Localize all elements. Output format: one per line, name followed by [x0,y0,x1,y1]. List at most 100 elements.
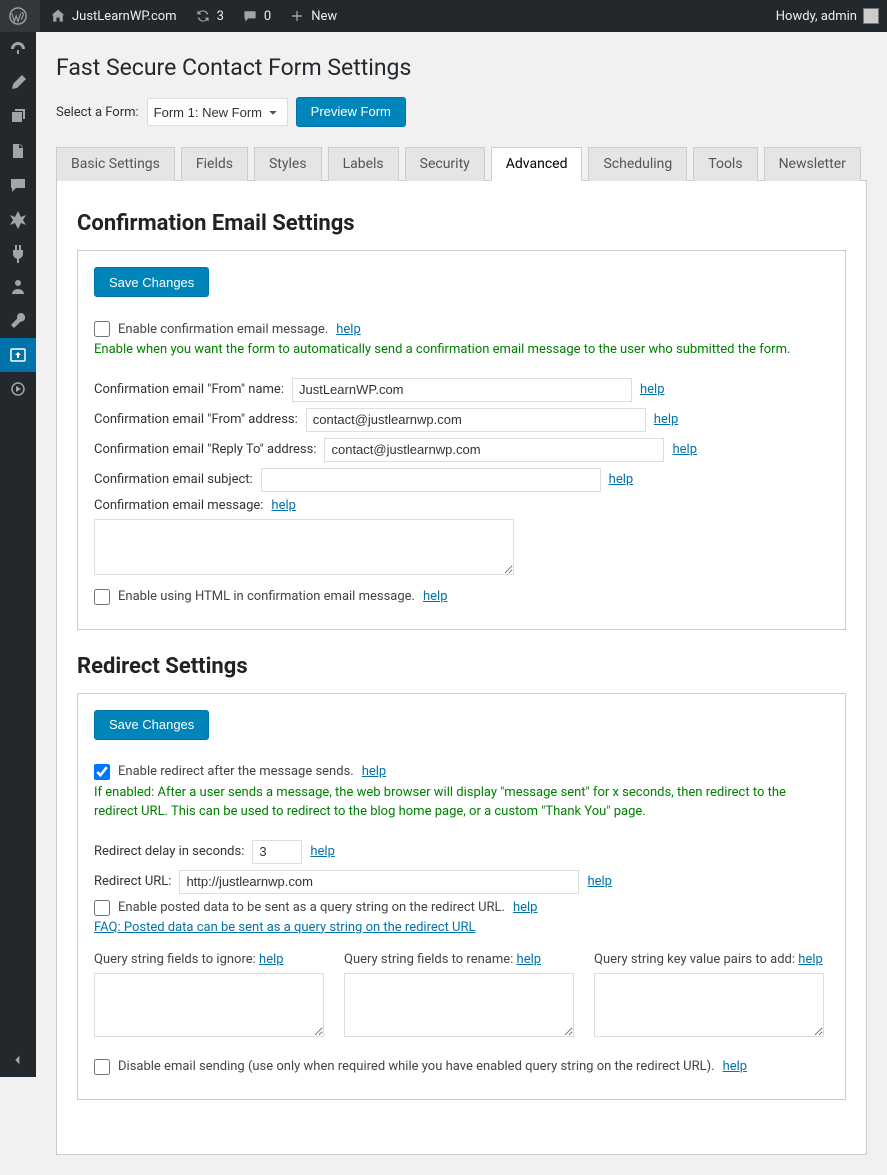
plus-icon [287,6,307,26]
menu-appearance[interactable] [0,202,36,236]
menu-media[interactable] [0,100,36,134]
admin-bar-right: Howdy, admin [768,0,887,32]
admin-bar: JustLearnWP.com 3 0 New Howdy, admin [0,0,887,32]
confirmation-heading: Confirmation Email Settings [77,211,846,236]
help-link[interactable]: help [672,442,697,457]
wordpress-icon [8,6,28,26]
menu-plugins[interactable] [0,236,36,270]
updates-link[interactable]: 3 [185,0,232,32]
menu-users[interactable] [0,270,36,304]
menu-generic[interactable] [0,372,36,406]
qs-kv-label: Query string key value pairs to add: [594,952,795,967]
reply-to-input[interactable] [324,438,664,462]
from-address-label: Confirmation email "From" address: [94,412,298,427]
collapse-menu[interactable] [0,1043,36,1077]
enable-redirect-label: Enable redirect after the message sends. [118,764,354,779]
qs-ignore-label: Query string fields to ignore: [94,952,256,967]
confirmation-description: Enable when you want the form to automat… [94,341,829,360]
tab-scheduling[interactable]: Scheduling [588,147,687,181]
tab-fields[interactable]: Fields [181,147,248,181]
save-changes-button[interactable]: Save Changes [94,267,209,297]
tab-styles[interactable]: Styles [254,147,322,181]
menu-settings[interactable] [0,338,36,372]
admin-menu [0,32,36,1077]
redirect-settings-box: Save Changes Enable redirect after the m… [77,693,846,1100]
help-link[interactable]: help [640,382,665,397]
username: admin [821,9,857,24]
wp-logo[interactable] [0,0,40,32]
from-address-input[interactable] [306,408,646,432]
help-link[interactable]: help [336,322,361,337]
menu-posts[interactable] [0,66,36,100]
redirect-description: If enabled: After a user sends a message… [94,784,829,822]
site-name: JustLearnWP.com [72,9,177,24]
qs-ignore-textarea[interactable] [94,973,324,1037]
message-label: Confirmation email message: [94,498,263,513]
site-name-link[interactable]: JustLearnWP.com [40,0,185,32]
new-content-link[interactable]: New [279,0,345,32]
help-link[interactable]: help [259,952,284,967]
from-name-input[interactable] [292,378,632,402]
qs-rename-label: Query string fields to rename: [344,952,513,967]
help-link[interactable]: help [271,498,296,513]
tab-newsletter[interactable]: Newsletter [764,147,861,181]
home-icon [48,6,68,26]
help-link[interactable]: help [517,952,542,967]
menu-tools[interactable] [0,304,36,338]
help-link[interactable]: help [798,952,823,967]
comments-link[interactable]: 0 [232,0,279,32]
tab-advanced[interactable]: Advanced [491,147,583,181]
subject-input[interactable] [261,468,601,492]
enable-html-checkbox[interactable] [94,589,110,605]
help-link[interactable]: help [654,412,679,427]
help-link[interactable]: help [723,1059,748,1074]
updates-count: 3 [217,9,224,24]
form-select-label: Select a Form: [56,105,139,120]
redirect-delay-input[interactable] [252,840,302,864]
from-name-label: Confirmation email "From" name: [94,382,284,397]
comments-count: 0 [264,9,271,24]
help-link[interactable]: help [310,844,335,859]
disable-email-label: Disable email sending (use only when req… [118,1059,715,1074]
settings-tabs: Basic Settings Fields Styles Labels Secu… [56,147,867,181]
redirect-heading: Redirect Settings [77,654,846,679]
menu-dashboard[interactable] [0,32,36,66]
enable-querystring-label: Enable posted data to be sent as a query… [118,900,505,915]
faq-querystring-link[interactable]: FAQ: Posted data can be sent as a query … [94,920,476,935]
comment-icon [240,6,260,26]
help-link[interactable]: help [587,874,612,889]
help-link[interactable]: help [513,900,538,915]
form-selector-row: Select a Form: Form 1: New Form Preview … [56,97,867,127]
preview-form-button[interactable]: Preview Form [296,97,406,127]
tab-tools[interactable]: Tools [693,147,757,181]
help-link[interactable]: help [609,472,634,487]
tab-labels[interactable]: Labels [328,147,399,181]
tab-security[interactable]: Security [405,147,485,181]
reply-to-label: Confirmation email "Reply To" address: [94,442,316,457]
menu-comments[interactable] [0,168,36,202]
enable-querystring-checkbox[interactable] [94,900,110,916]
enable-redirect-checkbox[interactable] [94,764,110,780]
enable-html-label: Enable using HTML in confirmation email … [118,589,415,604]
message-textarea[interactable] [94,519,514,575]
admin-bar-left: JustLearnWP.com 3 0 New [0,0,345,32]
my-account-link[interactable]: Howdy, admin [768,0,887,32]
help-link[interactable]: help [423,589,448,604]
tab-basic-settings[interactable]: Basic Settings [56,147,175,181]
main-content: Fast Secure Contact Form Settings Select… [36,0,887,1175]
qs-rename-textarea[interactable] [344,973,574,1037]
form-select[interactable]: Form 1: New Form [147,98,288,126]
qs-kv-textarea[interactable] [594,973,824,1037]
update-icon [193,6,213,26]
disable-email-checkbox[interactable] [94,1059,110,1075]
save-changes-button-2[interactable]: Save Changes [94,710,209,740]
help-link[interactable]: help [362,764,387,779]
enable-confirmation-checkbox[interactable] [94,321,110,337]
confirmation-settings-box: Save Changes Enable confirmation email m… [77,250,846,630]
redirect-url-input[interactable] [179,870,579,894]
enable-confirmation-label: Enable confirmation email message. [118,322,328,337]
new-label: New [311,9,337,24]
redirect-url-label: Redirect URL: [94,874,171,889]
menu-pages[interactable] [0,134,36,168]
howdy-prefix: Howdy, [776,9,818,24]
